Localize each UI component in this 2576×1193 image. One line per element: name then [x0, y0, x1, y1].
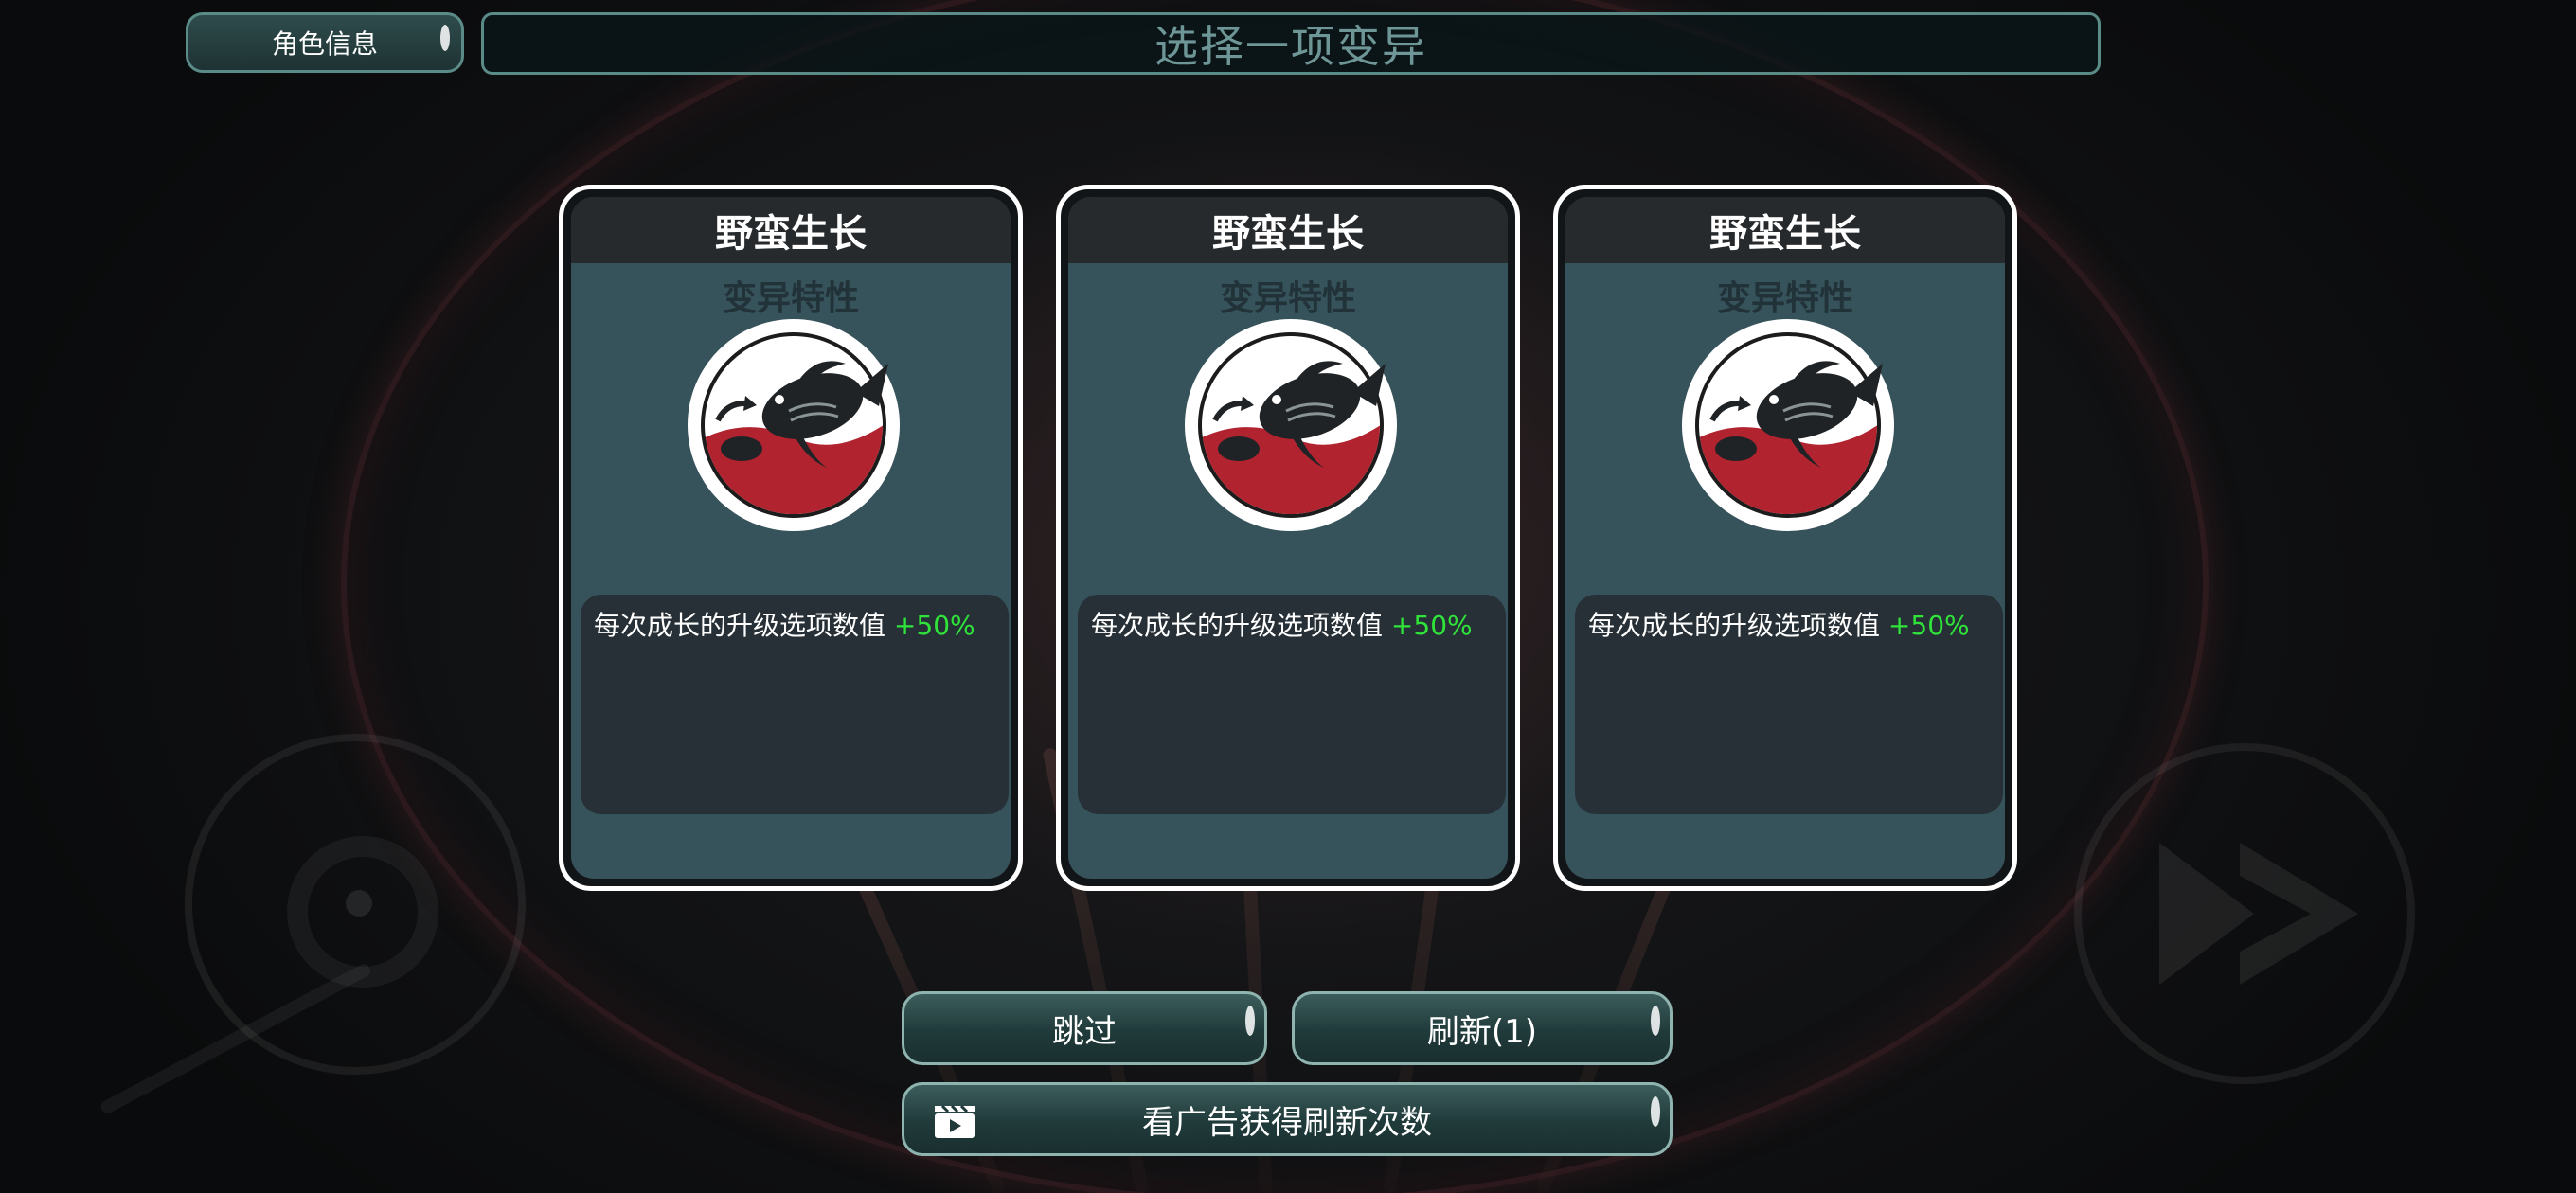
description-bonus: +50% [893, 610, 975, 641]
button-gloss [440, 25, 450, 51]
description-text: 每次成长的升级选项数值 [594, 610, 886, 641]
watch-ad-label: 看广告获得刷新次数 [1142, 1103, 1432, 1142]
page-title-bar: 选择一项变异 [481, 12, 2101, 75]
card-type: 变异特性 [1716, 279, 1853, 318]
card-description: 每次成长的升级选项数值 +50% [1078, 595, 1506, 814]
fast-forward-icon [2159, 843, 2358, 985]
watch-ad-button[interactable]: 看广告获得刷新次数 [902, 1082, 1673, 1156]
description-bonus: +50% [1887, 610, 1970, 641]
skip-label: 跳过 [1052, 1012, 1117, 1051]
button-gloss [1651, 1096, 1660, 1127]
card-type: 变异特性 [1219, 279, 1356, 318]
card-body: 野蛮生长 变异特性 每次成长的升级选项数值 +50% [1068, 197, 1508, 879]
description-text: 每次成长的升级选项数值 [1091, 610, 1384, 641]
fish-growth-icon [688, 319, 900, 531]
description-bonus: +50% [1390, 610, 1473, 641]
role-info-button[interactable]: 角色信息 [186, 12, 464, 73]
mutation-card[interactable]: 野蛮生长 变异特性 每次成长的升级选项数值 +50% [559, 185, 1023, 891]
fish-growth-icon [1682, 319, 1894, 531]
game-screen: 角色信息 选择一项变异 野蛮生长 变异特性 每次成长的升级选项数值 +50% 野… [0, 0, 2576, 1193]
button-gloss [1245, 1006, 1255, 1036]
joystick-center-dot [346, 890, 372, 917]
fish-growth-icon [1185, 319, 1397, 531]
refresh-label: 刷新(1) [1426, 1012, 1538, 1051]
refresh-button[interactable]: 刷新(1) [1292, 991, 1673, 1065]
button-gloss [1651, 1006, 1660, 1036]
card-type: 变异特性 [722, 279, 859, 318]
page-title: 选择一项变异 [1154, 21, 1427, 72]
card-title: 野蛮生长 [1068, 197, 1508, 263]
card-body: 野蛮生长 变异特性 每次成长的升级选项数值 +50% [1565, 197, 2005, 879]
mutation-card[interactable]: 野蛮生长 变异特性 每次成长的升级选项数值 +50% [1553, 185, 2017, 891]
card-body: 野蛮生长 变异特性 每次成长的升级选项数值 +50% [571, 197, 1011, 879]
card-description: 每次成长的升级选项数值 +50% [581, 595, 1009, 814]
card-description: 每次成长的升级选项数值 +50% [1575, 595, 2003, 814]
card-title: 野蛮生长 [571, 197, 1011, 263]
mutation-card[interactable]: 野蛮生长 变异特性 每次成长的升级选项数值 +50% [1056, 185, 1520, 891]
skip-button[interactable]: 跳过 [902, 991, 1267, 1065]
role-info-label: 角色信息 [271, 28, 378, 60]
video-clapper-icon [935, 1104, 975, 1138]
card-title: 野蛮生长 [1565, 197, 2005, 263]
description-text: 每次成长的升级选项数值 [1588, 610, 1881, 641]
